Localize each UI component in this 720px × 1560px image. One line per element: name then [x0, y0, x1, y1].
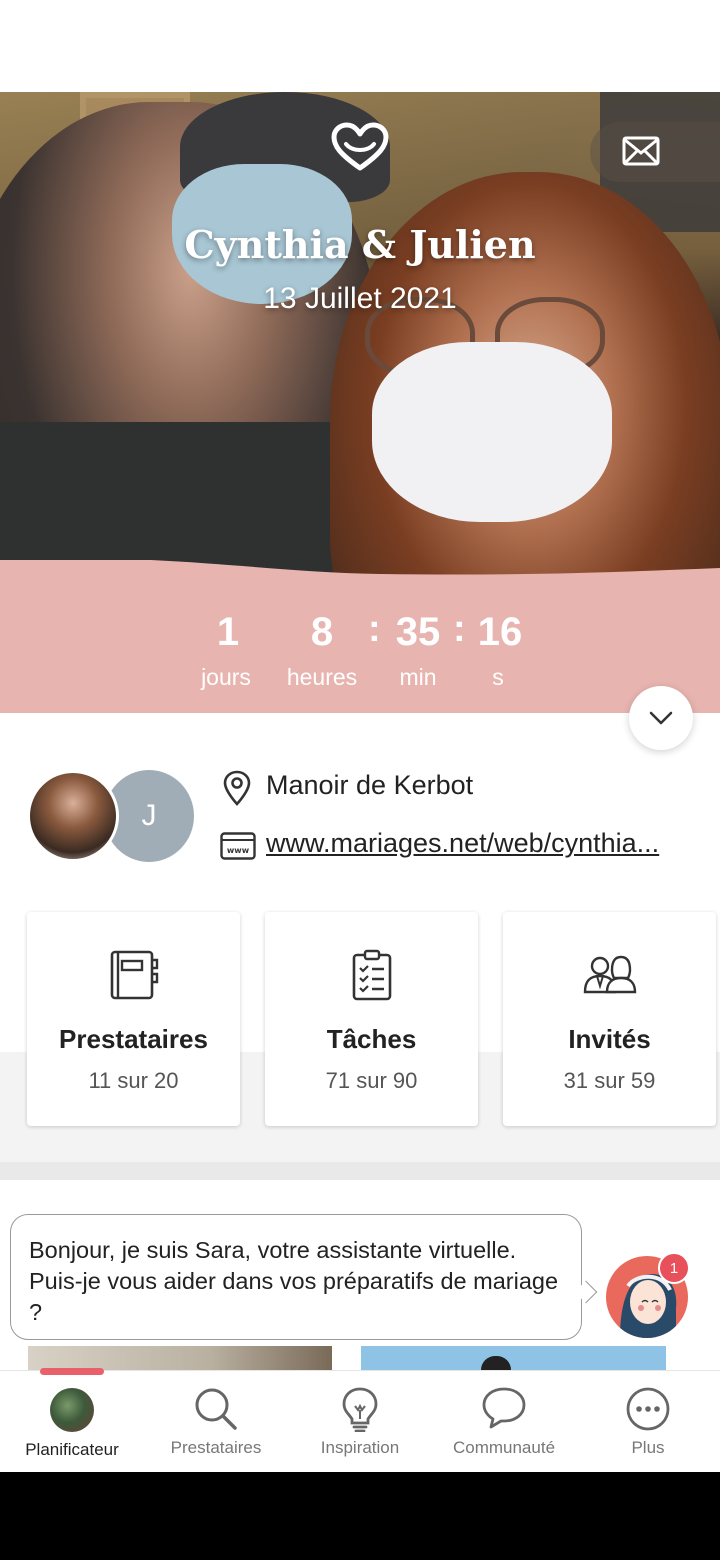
website-link[interactable]: www.mariages.net/web/cynthia... — [266, 828, 696, 859]
tab-planificateur[interactable]: Planificateur — [0, 1386, 144, 1466]
checklist-icon — [352, 949, 391, 1001]
active-tab-indicator — [40, 1368, 104, 1375]
card-title: Tâches — [326, 1024, 417, 1054]
wedding-date: 13 Juillet 2021 — [263, 282, 457, 315]
guests-icon — [583, 955, 636, 994]
countdown-seconds: 16 — [477, 610, 523, 654]
countdown-days-label: jours — [201, 664, 251, 690]
card-count: 71 sur 90 — [325, 1068, 418, 1093]
tab-label: Prestataires — [170, 1438, 262, 1457]
couple-name: Cynthia & Julien — [184, 222, 536, 267]
svg-text:www: www — [227, 846, 250, 855]
inspiration-thumbnail[interactable] — [28, 1346, 332, 1370]
countdown-minutes: 35 — [395, 610, 441, 654]
card-count: 11 sur 20 — [88, 1068, 179, 1093]
notebook-icon — [110, 950, 158, 1000]
user-avatar[interactable] — [27, 770, 119, 862]
messages-button[interactable] — [590, 122, 720, 182]
tab-plus[interactable]: Plus — [576, 1386, 720, 1466]
section-divider — [0, 1162, 720, 1180]
countdown-hours-label: heures — [286, 664, 358, 690]
website-row[interactable]: www www.mariages.net/web/cynthia... — [220, 826, 700, 866]
countdown-seconds-label: s — [492, 664, 504, 690]
inspiration-thumbnail[interactable] — [361, 1346, 666, 1370]
tab-label: Communauté — [452, 1438, 556, 1457]
more-icon — [626, 1387, 670, 1431]
lightbulb-icon — [342, 1387, 378, 1432]
card-invites[interactable]: Invités 31 sur 59 — [503, 912, 716, 1126]
tab-prestataires[interactable]: Prestataires — [144, 1386, 288, 1466]
card-count: 31 sur 59 — [563, 1068, 656, 1093]
card-title: Prestataires — [59, 1024, 208, 1054]
notification-badge: 1 — [658, 1252, 690, 1284]
search-icon — [195, 1388, 237, 1430]
countdown-days: 1 — [216, 610, 240, 654]
chevron-down-icon — [649, 711, 673, 725]
location-pin-icon — [223, 770, 251, 806]
envelope-icon — [622, 136, 660, 166]
system-navigation-bar — [0, 1472, 720, 1560]
assistant-message[interactable]: Bonjour, je suis Sara, votre assistante … — [10, 1214, 582, 1340]
countdown-minutes-label: min — [399, 664, 437, 690]
countdown-hours: 8 — [310, 610, 334, 654]
chat-bubble-icon — [482, 1387, 526, 1429]
venue-name: Manoir de Kerbot — [266, 770, 474, 800]
website-icon: www — [220, 832, 256, 860]
expand-button[interactable] — [629, 686, 693, 750]
card-title: Invités — [568, 1024, 651, 1054]
tab-communaute[interactable]: Communauté — [432, 1386, 576, 1466]
tab-label: Plus — [631, 1438, 665, 1457]
avatar-icon — [50, 1388, 94, 1432]
countdown-separator: : — [368, 608, 381, 650]
tab-label: Inspiration — [320, 1438, 400, 1457]
card-taches[interactable]: Tâches 71 sur 90 — [265, 912, 478, 1126]
countdown-separator: : — [453, 608, 466, 650]
tab-label: Planificateur — [25, 1440, 119, 1459]
card-prestataires[interactable]: Prestataires 11 sur 20 — [27, 912, 240, 1126]
heart-icon — [330, 122, 390, 174]
tab-inspiration[interactable]: Inspiration — [288, 1386, 432, 1466]
status-bar-area — [0, 0, 720, 92]
